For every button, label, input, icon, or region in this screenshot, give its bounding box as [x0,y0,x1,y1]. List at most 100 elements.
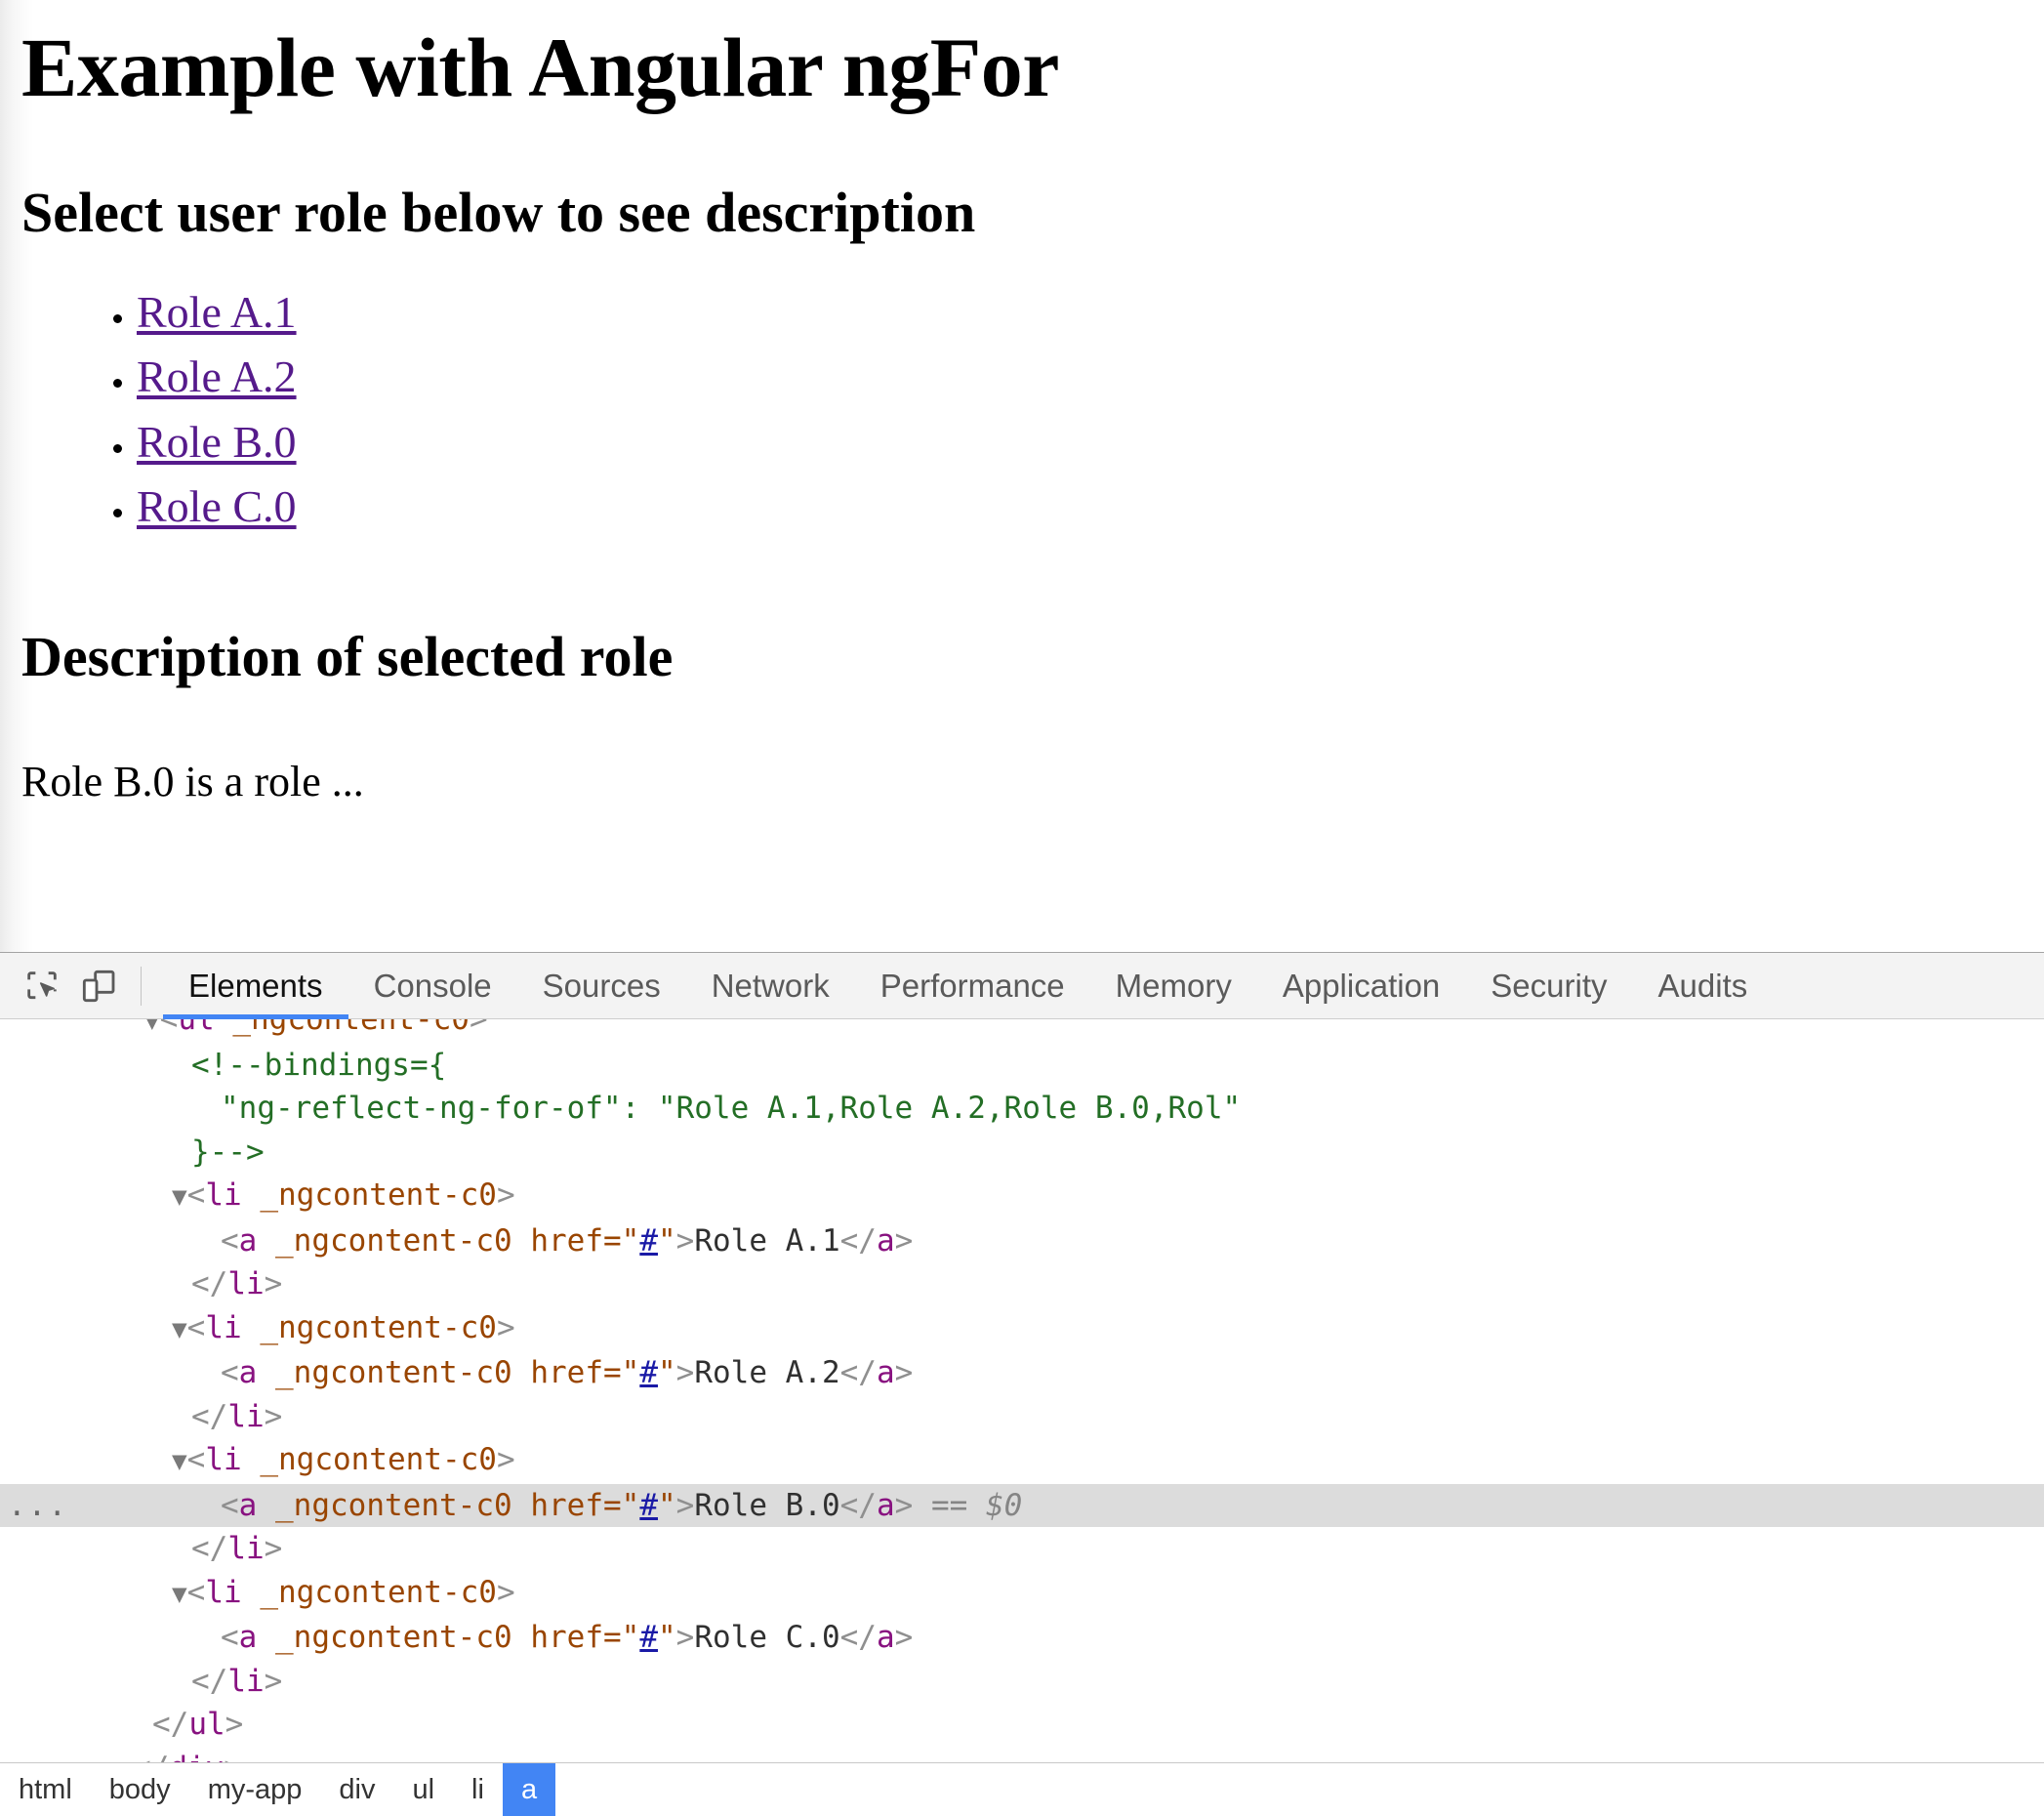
dom-tag-name-close: li [227,1531,265,1566]
twisty-icon[interactable]: ▼ [172,1182,187,1212]
dom-tag-name: a [238,1222,258,1259]
dom-tag-name: li [205,1442,242,1477]
dom-token-endclose: > [225,1707,244,1742]
dom-node-ul-close[interactable]: </ul> [0,1703,2044,1747]
dom-token-endclose: > [264,1663,283,1699]
role-link-b0[interactable]: Role B.0 [137,417,297,467]
dom-token-endclose: > [264,1531,283,1566]
dom-tree[interactable]: ▼<ul _ngcontent-c0> <!--bindings={ "ng-r… [0,1019,2044,1763]
role-link-a1[interactable]: Role A.1 [137,287,297,337]
breadcrumb-item-html[interactable]: html [0,1763,91,1816]
list-item: Role B.0 [137,417,2044,467]
dom-token-close: > [496,1574,515,1610]
dom-attr-ngcontent: _ngcontent-c0 [232,1019,470,1037]
dom-href-value[interactable]: # [639,1355,658,1390]
dom-tag-name-close: a [876,1222,895,1259]
dom-tag-name-close: li [227,1398,265,1434]
dom-tag-name: li [205,1177,242,1213]
tab-memory[interactable]: Memory [1090,953,1257,1019]
twisty-icon[interactable]: ▼ [172,1580,187,1609]
dom-tag-name: a [238,1620,258,1655]
dom-attr-eq: =" [602,1620,640,1655]
dom-attr-href: href [530,1355,603,1390]
breadcrumb-item-ul[interactable]: ul [393,1763,453,1816]
web-page-viewport: Example with Angular ngFor Select user r… [0,0,2044,952]
tab-security[interactable]: Security [1465,953,1632,1019]
role-list: Role A.1 Role A.2 Role B.0 Role C.0 [21,287,2044,531]
dom-attr-ngcontent: _ngcontent-c0 [275,1620,512,1655]
dom-attr-href: href [530,1620,603,1655]
tab-sources[interactable]: Sources [517,953,686,1019]
dom-attr-quote: " [657,1487,676,1523]
tab-performance[interactable]: Performance [855,953,1090,1019]
tab-application[interactable]: Application [1257,953,1465,1019]
dom-attr-ngcontent: _ngcontent-c0 [260,1574,497,1610]
tab-network[interactable]: Network [686,953,855,1019]
dom-token-endopen: </ [191,1398,228,1434]
dom-attr-href: href [530,1222,603,1259]
role-link-a2[interactable]: Role A.2 [137,351,297,401]
tab-console[interactable]: Console [348,953,517,1019]
dom-token-open: < [186,1574,206,1610]
dom-href-value[interactable]: # [639,1223,658,1259]
twisty-icon[interactable]: ▼ [172,1447,187,1476]
dom-tag-name-close: a [876,1487,895,1523]
dom-token-endclose: > [894,1487,914,1523]
dom-node-li-open[interactable]: ▼<li _ngcontent-c0> [0,1438,2044,1484]
dom-token-close: > [675,1355,695,1390]
device-toolbar-icon[interactable] [70,961,127,1011]
dom-node-li-close[interactable]: </li> [0,1395,2044,1439]
role-link-c0[interactable]: Role C.0 [137,481,297,531]
dom-token-open: < [186,1177,206,1213]
dom-node-ul-open[interactable]: ▼<ul _ngcontent-c0> [0,1019,2044,1044]
dom-node-li-open[interactable]: ▼<li _ngcontent-c0> [0,1571,2044,1617]
dom-token-endopen: </ [839,1487,877,1523]
dom-node-div-close[interactable]: </div> [0,1747,2044,1764]
dom-token-endclose: > [224,1751,242,1764]
dom-node-li-close[interactable]: </li> [0,1660,2044,1704]
twisty-icon[interactable]: ▼ [172,1315,187,1344]
tab-audits[interactable]: Audits [1633,953,1774,1019]
dom-attr-eq: =" [602,1487,640,1523]
inspect-element-icon[interactable] [14,961,70,1011]
dom-token-open: < [221,1620,239,1655]
twisty-icon[interactable]: ▼ [144,1019,160,1036]
dom-node-li-open[interactable]: ▼<li _ngcontent-c0> [0,1174,2044,1219]
dom-attr-ngcontent: _ngcontent-c0 [260,1177,497,1213]
dom-attr-ngcontent: _ngcontent-c0 [260,1442,497,1477]
dom-token-close: > [469,1019,488,1037]
dom-attr-ngcontent: _ngcontent-c0 [275,1355,512,1390]
description-text: Role B.0 is a role ... [21,758,364,806]
dom-token-open: < [221,1355,239,1390]
breadcrumb-item-body[interactable]: body [91,1763,189,1816]
devtools-tab-bar: Elements Console Sources Network Perform… [163,953,1773,1019]
breadcrumb-item-my-app[interactable]: my-app [189,1763,321,1816]
dom-token-endopen: </ [191,1266,228,1301]
list-item: Role C.0 [137,481,2044,531]
dom-node-li-close[interactable]: </li> [0,1262,2044,1306]
dom-tag-name: a [238,1355,258,1390]
dom-token-endclose: > [264,1398,283,1434]
tab-elements[interactable]: Elements [163,953,348,1019]
dom-node-anchor-selected[interactable]: ... <a _ngcontent-c0 href="#">Role B.0</a… [0,1483,2044,1528]
dom-node-li-close[interactable]: </li> [0,1527,2044,1571]
dom-attr-ngcontent: _ngcontent-c0 [275,1222,512,1259]
dom-node-anchor[interactable]: <a _ngcontent-c0 href="#">Role C.0</a> [0,1616,2044,1660]
breadcrumb-item-li[interactable]: li [453,1763,503,1816]
dom-href-value[interactable]: # [639,1488,658,1523]
dom-node-anchor[interactable]: <a _ngcontent-c0 href="#">Role A.1</a> [0,1219,2044,1263]
selected-node-ellipsis[interactable]: ... [8,1484,68,1528]
dom-token-endclose: > [894,1620,914,1655]
breadcrumb-item-a[interactable]: a [502,1763,556,1816]
list-item: Role A.2 [137,353,2044,400]
dom-attr-eq: =" [602,1222,640,1259]
dom-node-li-open[interactable]: ▼<li _ngcontent-c0> [0,1306,2044,1352]
dom-tag-name-close: div [169,1751,224,1764]
devtools-toolbar: Elements Console Sources Network Perform… [0,953,2044,1019]
dom-token-endclose: > [894,1222,914,1259]
dom-token-endopen: </ [839,1222,877,1259]
breadcrumb-item-div[interactable]: div [320,1763,393,1816]
dom-attr-ngcontent: _ngcontent-c0 [275,1487,512,1523]
dom-href-value[interactable]: # [639,1620,658,1655]
dom-node-anchor[interactable]: <a _ngcontent-c0 href="#">Role A.2</a> [0,1351,2044,1395]
